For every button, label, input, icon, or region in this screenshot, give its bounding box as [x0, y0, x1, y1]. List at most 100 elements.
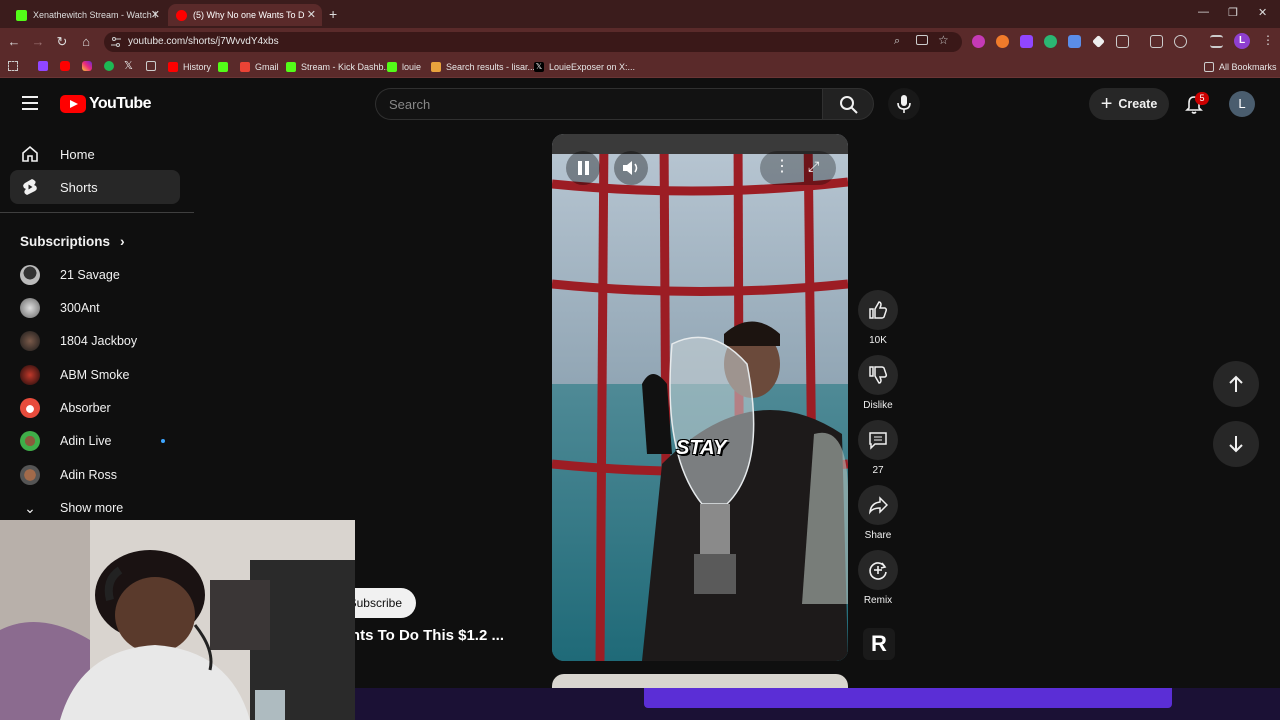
youtube-bookmark-icon[interactable] [60, 61, 70, 71]
next-short-button[interactable] [1213, 421, 1259, 467]
subscription-1804-jackboy[interactable]: 1804 Jackboy [20, 329, 137, 353]
bookmark-louieexposer[interactable]: 𝕏 LouieExposer on X:... [534, 60, 635, 74]
remix-button[interactable] [858, 550, 898, 590]
dislike-button[interactable] [858, 355, 898, 395]
thumbs-down-icon [869, 366, 888, 384]
maximize-button[interactable]: ❐ [1228, 6, 1238, 19]
zoom-icon[interactable]: ⌕ [894, 35, 900, 48]
show-more-button[interactable]: ⌄ Show more [20, 496, 123, 520]
chevron-right-icon: › [120, 233, 125, 249]
youtube-logo[interactable]: YouTube [60, 95, 151, 113]
gmail-favicon-icon [240, 62, 250, 72]
subscription-adin-ross[interactable]: Adin Ross [20, 463, 117, 487]
bookmark-star-icon[interactable]: ☆ [938, 33, 949, 47]
pause-button[interactable] [566, 151, 600, 185]
folder-icon [1204, 62, 1214, 72]
avatar [20, 465, 40, 485]
sidebar-item-label: Shorts [60, 179, 98, 195]
bookmark-gmail[interactable]: Gmail [240, 60, 279, 74]
url-text[interactable]: youtube.com/shorts/j7WvvdY4xbs [128, 36, 279, 47]
minimize-button[interactable]: — [1198, 6, 1209, 18]
arrow-down-icon [1229, 436, 1243, 453]
x-favicon-icon: 𝕏 [534, 62, 544, 72]
tab-youtube-short[interactable]: (5) Why No one Wants To D ✕ [168, 4, 322, 26]
new-tab-button[interactable]: + [329, 6, 337, 22]
install-app-icon[interactable] [916, 35, 928, 45]
short-video-player[interactable]: STAY ⋮ ⤢ [552, 134, 848, 661]
voice-search-button[interactable] [888, 88, 920, 120]
player-options-group [760, 151, 836, 185]
previous-short-button[interactable] [1213, 361, 1259, 407]
spotify-bookmark-icon[interactable] [104, 61, 114, 71]
cast-icon[interactable] [1150, 35, 1163, 48]
bookmark-history[interactable]: History [168, 60, 211, 74]
reload-icon[interactable]: ↻ [54, 34, 70, 50]
extensions-puzzle-icon[interactable] [1116, 35, 1129, 48]
downloads-icon[interactable] [1174, 35, 1187, 48]
bookmark-louie[interactable]: louie [387, 60, 421, 74]
sidebar-divider [0, 212, 194, 213]
twitch-bookmark-icon[interactable] [38, 61, 48, 71]
home-icon [20, 144, 40, 164]
subscription-absorber[interactable]: Absorber [20, 396, 111, 420]
subscription-300ant[interactable]: 300Ant [20, 296, 100, 320]
extension-twitch-icon[interactable] [1020, 35, 1033, 48]
back-icon[interactable]: ← [6, 34, 22, 50]
kick-favicon-icon [387, 62, 397, 72]
channel-avatar-icon[interactable]: R [863, 628, 895, 660]
sidebar-item-home[interactable]: Home [10, 137, 180, 171]
close-tab-icon[interactable]: ✕ [151, 8, 160, 21]
sidebar-item-shorts[interactable]: Shorts [10, 170, 180, 204]
chrome-profile-avatar[interactable]: L [1234, 33, 1250, 49]
instagram-bookmark-icon[interactable] [82, 61, 92, 71]
search-button[interactable] [822, 88, 874, 120]
site-info-icon[interactable] [110, 36, 122, 48]
chrome-menu-icon[interactable]: ⋮ [1262, 33, 1274, 47]
sidebar-item-label: Home [60, 146, 95, 162]
apps-grid-icon[interactable] [8, 61, 18, 71]
remix-label: Remix [863, 595, 893, 606]
forward-icon[interactable]: → [30, 34, 46, 50]
close-tab-icon[interactable]: ✕ [307, 8, 316, 21]
search-box[interactable]: Search [375, 88, 823, 120]
comments-button[interactable] [858, 420, 898, 460]
home-icon[interactable]: ⌂ [78, 34, 94, 50]
subscription-21-savage[interactable]: 21 Savage [20, 263, 120, 287]
thumbs-up-icon [869, 301, 888, 319]
tab-title: (5) Why No one Wants To D [193, 10, 305, 20]
share-icon [868, 496, 888, 515]
extension-ublock-icon[interactable] [972, 35, 985, 48]
kick-alt-bookmark-icon[interactable] [146, 61, 156, 71]
bookmark-search-results[interactable]: Search results - lisar... [431, 60, 535, 74]
extension-grid-icon[interactable] [1068, 35, 1081, 48]
pause-icon [577, 161, 589, 175]
hamburger-menu-icon[interactable] [22, 96, 38, 110]
search-input[interactable]: Search [389, 97, 430, 112]
webcam-overlay [0, 520, 355, 720]
kick-favicon-icon [286, 62, 296, 72]
fullscreen-icon[interactable]: ⤢ [808, 158, 819, 175]
bookmark-kick-dashboard[interactable]: Stream - Kick Dashb... [286, 60, 391, 74]
subscription-adin-live[interactable]: Adin Live [20, 429, 111, 453]
create-button[interactable]: + Create [1089, 88, 1169, 120]
close-window-button[interactable]: ✕ [1258, 6, 1267, 19]
volume-button[interactable] [614, 151, 648, 185]
subscriptions-header[interactable]: Subscriptions › [20, 233, 125, 249]
subscription-abm-smoke[interactable]: ABM Smoke [20, 363, 129, 387]
comment-icon [869, 432, 887, 450]
arrow-up-icon [1229, 375, 1243, 392]
extension-honey-icon[interactable] [996, 35, 1009, 48]
more-options-icon[interactable]: ⋮ [774, 156, 790, 176]
bookmark-kick[interactable] [218, 60, 233, 74]
x-bookmark-icon[interactable]: 𝕏 [124, 59, 133, 72]
avatar [20, 365, 40, 385]
all-bookmarks[interactable]: All Bookmarks [1204, 60, 1277, 74]
share-button[interactable] [858, 485, 898, 525]
tab-kick-stream[interactable]: Xenathewitch Stream - Watch l ✕ [8, 4, 166, 26]
extension-whatsapp-icon[interactable] [1044, 35, 1057, 48]
account-avatar[interactable]: L [1229, 91, 1255, 117]
reading-list-icon[interactable] [1210, 35, 1223, 48]
search-icon [840, 96, 858, 114]
youtube-favicon-icon [176, 9, 187, 21]
like-button[interactable] [858, 290, 898, 330]
